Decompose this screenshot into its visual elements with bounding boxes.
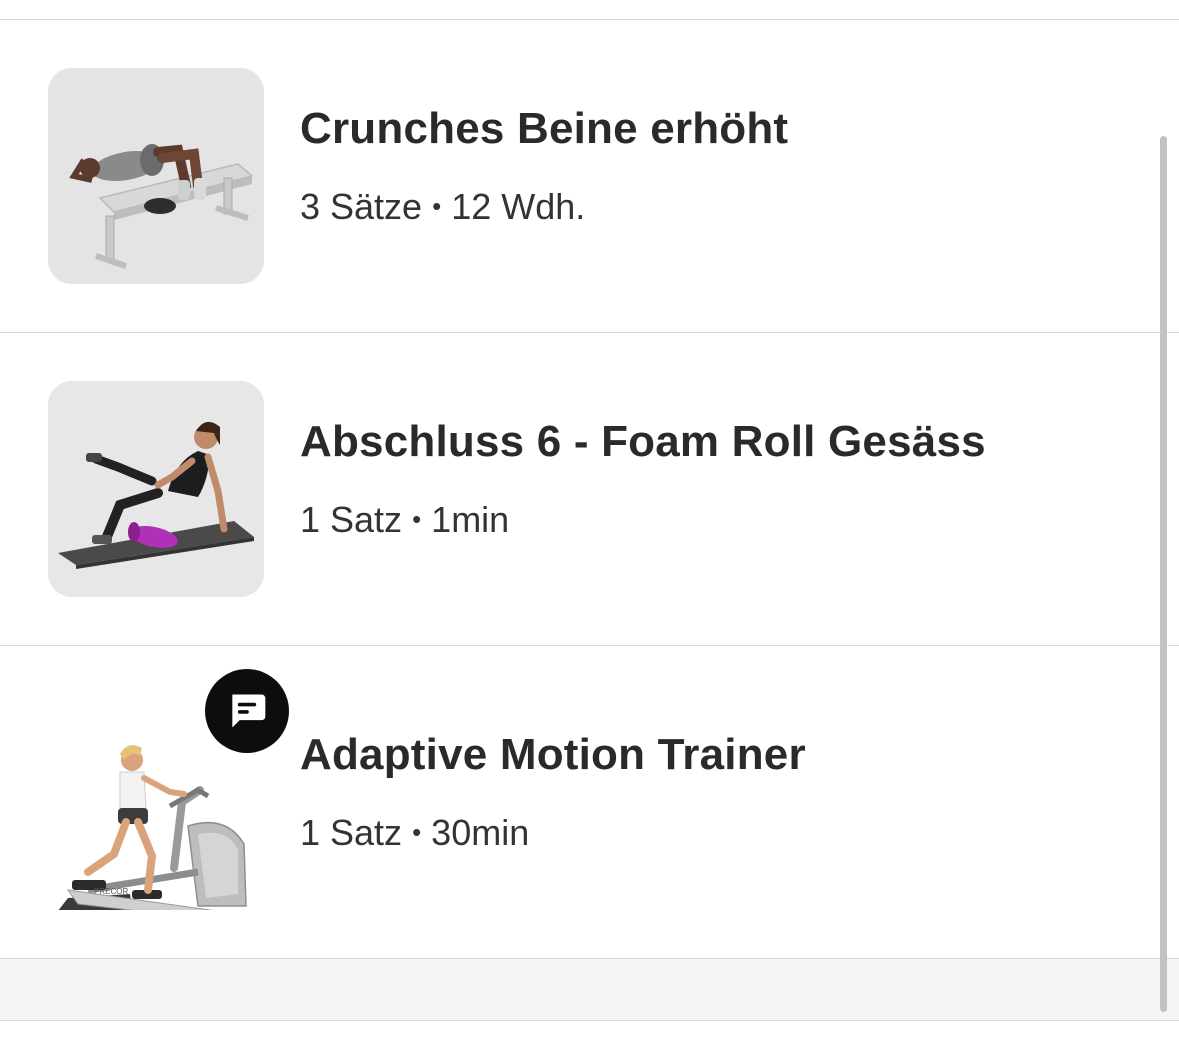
exercise-list-screen: Crunches Beine erhöht 3 Sätze • 12 Wdh.: [0, 0, 1179, 1047]
exercise-sets: 1 Satz: [300, 499, 403, 540]
exercise-sets: 3 Sätze: [300, 186, 423, 227]
exercise-meta: 3 Sätze • 12 Wdh.: [300, 186, 585, 228]
exercise-meta: 1 Satz • 1min: [300, 499, 509, 541]
exercise-title: Adaptive Motion Trainer: [300, 730, 806, 779]
exercise-thumbnail: [48, 381, 264, 597]
exercise-thumbnail: [48, 68, 264, 284]
person-foam-roller-icon: [48, 381, 264, 597]
chat-message-badge[interactable]: [205, 669, 289, 753]
exercise-row-adaptive-motion-trainer[interactable]: PRECOR Adaptive Motion Trainer 1 Satz • 30…: [0, 646, 1179, 958]
chat-message-icon: [232, 694, 266, 728]
exercise-meta: 1 Satz • 30min: [300, 812, 529, 854]
exercise-title: Crunches Beine erhöht: [300, 104, 789, 153]
person-crunch-on-bench-icon: [48, 68, 264, 284]
exercise-detail: 30min: [431, 812, 530, 853]
vertical-scrollbar[interactable]: [1160, 136, 1167, 1012]
exercise-detail: 1min: [431, 499, 510, 540]
meta-separator: •: [412, 817, 422, 847]
exercise-detail: 12 Wdh.: [451, 186, 586, 227]
exercise-row-foam-roll[interactable]: Abschluss 6 - Foam Roll Gesäss 1 Satz • 1m…: [0, 333, 1179, 645]
list-footer-band: [0, 958, 1179, 1021]
svg-text:PRECOR: PRECOR: [94, 887, 128, 896]
meta-separator: •: [432, 191, 442, 221]
exercise-row-crunches[interactable]: Crunches Beine erhöht 3 Sätze • 12 Wdh.: [0, 20, 1179, 332]
meta-separator: •: [412, 504, 422, 534]
exercise-sets: 1 Satz: [300, 812, 403, 853]
exercise-title: Abschluss 6 - Foam Roll Gesäss: [300, 417, 986, 466]
